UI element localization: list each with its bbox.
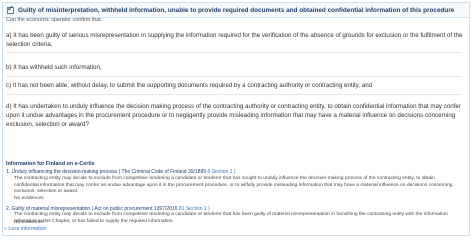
option-d: d) It has undertaken to unduly influence…: [6, 103, 461, 128]
entry-description: The contracting entity may decide to exc…: [14, 176, 453, 195]
criterion-checkbox[interactable]: ✓: [7, 3, 14, 14]
entry-section-link[interactable]: 8 Section 1 ): [207, 169, 235, 175]
divider: [6, 94, 462, 95]
criterion-question: Can the economic operator confirm that:: [6, 17, 103, 23]
criterion-title: Guilty of misinterpretation, withheld in…: [18, 6, 455, 14]
divider: [6, 76, 462, 77]
option-c: c) It has not been able, without delay, …: [6, 82, 373, 89]
less-information-link[interactable]: « Less information: [4, 226, 46, 232]
national-info-title: Information for Finland on e-Certis: [6, 161, 95, 167]
option-b: b) It has withheld such information,: [6, 64, 102, 71]
criterion-header[interactable]: ✓ Guilty of misinterpretation, withheld …: [3, 3, 469, 18]
option-a: a) It has been guilty of serious misrepr…: [6, 32, 463, 48]
checkmark-icon: ✓: [7, 3, 14, 13]
entry-answer: No evidences: [14, 196, 44, 201]
entry-description: The contracting entity may decide to exc…: [14, 212, 448, 224]
entry-title-text: 1. Unduly influencing the decision-makin…: [6, 169, 118, 175]
entry-answer: No evidences: [14, 220, 44, 225]
entry-law: ( The Criminal Code of Finland 39/1889: [118, 169, 207, 175]
entry-title: 1. Unduly influencing the decision-makin…: [6, 169, 236, 175]
divider: [6, 52, 462, 53]
